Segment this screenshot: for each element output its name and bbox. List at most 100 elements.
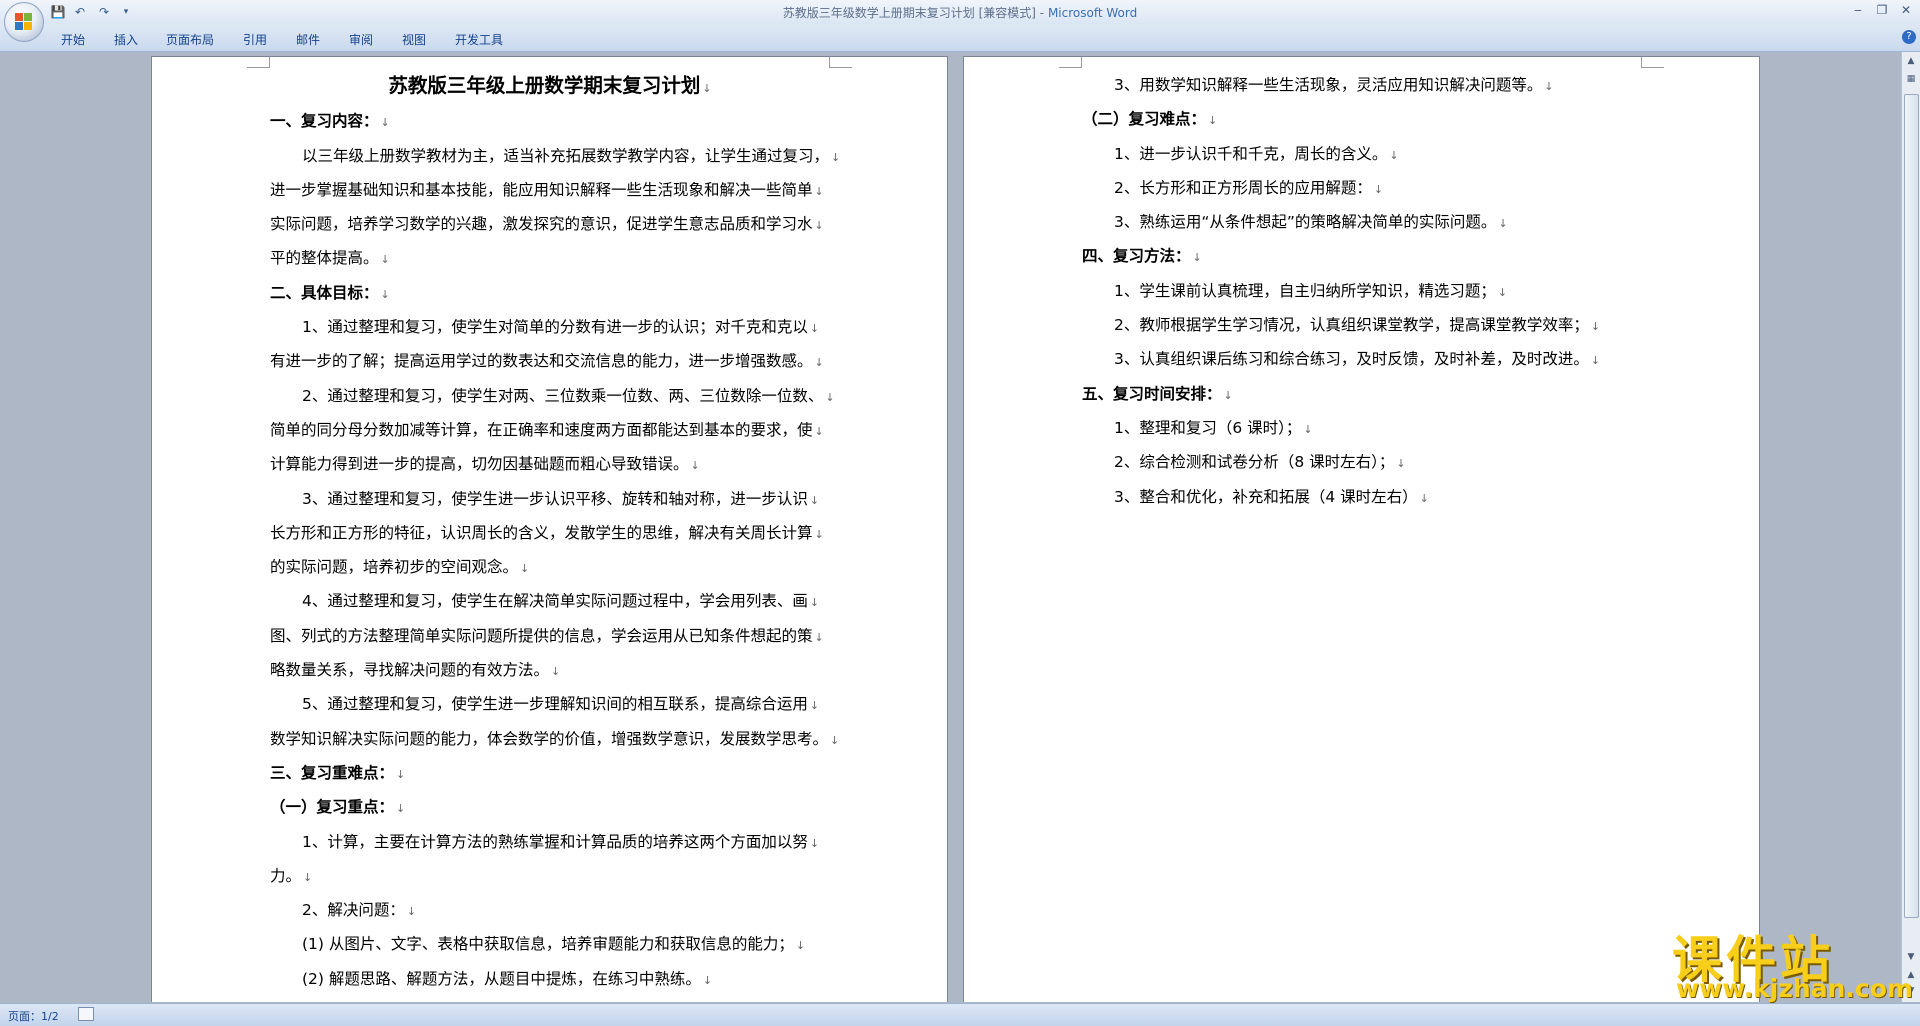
section-heading: 一、复习内容： ↓	[270, 105, 830, 139]
paragraph: 3、认真组织课后练习和综合练习，及时反馈，及时补差，及时改进。 ↓	[1082, 343, 1642, 377]
paragraph: 1、通过整理和复习，使学生对简单的分数有进一步的认识；对千克和克以 ↓	[270, 311, 830, 345]
margin-corner-mark	[1641, 57, 1664, 68]
help-icon[interactable]: ?	[1902, 30, 1916, 44]
vertical-scrollbar[interactable]: ▲ ▦ ▼ ▲ ▼	[1901, 52, 1920, 1002]
paragraph-mark-icon: ↓	[825, 390, 835, 404]
tab-mailings[interactable]: 邮件	[296, 31, 320, 48]
paragraph-mark-icon: ↓	[1419, 491, 1429, 505]
app-name: Microsoft Word	[1047, 6, 1138, 20]
paragraph-text: 进一步掌握基础知识和基本技能，能应用知识解释一些生活现象和解决一些简单	[270, 180, 813, 199]
section-heading: 四、复习方法： ↓	[1082, 240, 1642, 274]
paragraph-mark-icon: ↓	[814, 630, 824, 644]
section-heading: 五、复习时间安排： ↓	[1082, 378, 1642, 412]
page-count[interactable]: 页面：1/2	[8, 1008, 59, 1024]
paragraph-mark-icon: ↓	[814, 184, 824, 198]
paragraph: 力。 ↓	[270, 860, 830, 894]
paragraph: 2、长方形和正方形周长的应用解题： ↓	[1082, 172, 1642, 206]
paragraph-text: 1、学生课前认真梳理，自主归纳所学知识，精选习题；	[1114, 281, 1496, 300]
paragraph: 长方形和正方形的特征，认识周长的含义，发散学生的思维，解决有关周长计算 ↓	[270, 517, 830, 551]
paragraph-mark-icon: ↓	[1590, 320, 1601, 334]
scrollbar-thumb[interactable]	[1904, 94, 1919, 918]
paragraph-text: 1、计算，主要在计算方法的熟练掌握和计算品质的培养这两个方面加以努	[302, 832, 808, 851]
paragraph-mark-icon: ↓	[814, 527, 824, 541]
paragraph-mark-icon: ↓	[1389, 148, 1399, 162]
paragraph-text: 有进一步的了解；提高运用学过的数表达和交流信息的能力，进一步增强数感。	[270, 352, 813, 371]
paragraph-mark-icon: ↓	[1303, 422, 1313, 436]
office-button[interactable]	[4, 2, 44, 42]
tab-references[interactable]: 引用	[243, 31, 267, 48]
proofing-icon[interactable]	[78, 1007, 94, 1021]
paragraph-mark-icon: ↓	[809, 596, 820, 610]
page-2-text[interactable]: 3、用数学知识解释一些生活现象，灵活应用知识解决问题等。 ↓ （二）复习难点： ↓ 1、…	[1082, 69, 1642, 515]
paragraph-mark-icon: ↓	[551, 665, 561, 679]
paragraph-mark-icon: ↓	[830, 733, 840, 747]
scroll-up-icon[interactable]: ▲	[1904, 54, 1918, 68]
paragraph-mark-icon: ↓	[690, 459, 700, 473]
paragraph-mark-icon: ↓	[702, 82, 712, 95]
paragraph-text: 图、列式的方法整理简单实际问题所提供的信息，学会运用从已知条件想起的策	[270, 626, 813, 645]
paragraph: 计算能力得到进一步的提高，切勿因基础题而粗心导致错误。 ↓	[270, 448, 830, 482]
paragraph-mark-icon: ↓	[809, 322, 820, 336]
watermark-url: www.kjzhan.com	[1676, 974, 1913, 1003]
paragraph: 平的整体提高。 ↓	[270, 242, 830, 276]
paragraph: 数学知识解决实际问题的能力，体会数学的价值，增强数学意识，发展数学思考。 ↓	[270, 723, 839, 757]
tab-insert[interactable]: 插入	[114, 31, 138, 48]
paragraph-mark-icon: ↓	[831, 150, 841, 164]
document-page-1[interactable]: 苏教版三年级上册数学期末复习计划 ↓ 一、复习内容： ↓ 以三年级上册数学教材为主，适当…	[152, 57, 947, 1002]
paragraph: 1、进一步认识千和千克，周长的含义。 ↓	[1082, 138, 1642, 172]
status-bar: 页面：1/2	[0, 1003, 1920, 1026]
close-button[interactable]: ✕	[1894, 1, 1918, 19]
paragraph: (1) 从图片、文字、表格中获取信息，培养审题能力和获取信息的能力； ↓	[270, 928, 830, 962]
paragraph-text: 2、通过整理和复习，使学生对两、三位数乘一位数、两、三位数除一位数、	[302, 386, 824, 405]
paragraph: 图、列式的方法整理简单实际问题所提供的信息，学会运用从已知条件想起的策 ↓	[270, 620, 830, 654]
document-page-2[interactable]: 3、用数学知识解释一些生活现象，灵活应用知识解决问题等。 ↓ （二）复习难点： ↓ 1、…	[964, 57, 1759, 1002]
paragraph-text: 四、复习方法：	[1082, 247, 1191, 266]
margin-corner-mark	[1059, 57, 1082, 68]
paragraph: 2、综合检测和试卷分析（8 课时左右）； ↓	[1082, 446, 1642, 480]
paragraph-mark-icon: ↓	[702, 973, 713, 987]
paragraph: (2) 解题思路、解题方法，从题目中提炼，在练习中熟练。 ↓	[270, 963, 830, 997]
watermark-logo: 课件站 www.kjzhan.com	[1672, 920, 1913, 1003]
paragraph-text: 五、复习时间安排：	[1082, 384, 1222, 403]
page-1-text[interactable]: 苏教版三年级上册数学期末复习计划 ↓ 一、复习内容： ↓ 以三年级上册数学教材为主，适当…	[270, 69, 840, 997]
section-heading: （二）复习难点： ↓	[1082, 103, 1642, 137]
paragraph: 1、学生课前认真梳理，自主归纳所学知识，精选习题； ↓	[1082, 275, 1642, 309]
paragraph-text: 数学知识解决实际问题的能力，体会数学的价值，增强数学意识，发展数学思考。	[270, 729, 829, 748]
paragraph-text: 3、熟练运用“从条件想起”的策略解决简单的实际问题。	[1114, 213, 1497, 232]
window-title: 苏教版三年级数学上册期末复习计划 [兼容模式] - Microsoft Word	[0, 4, 1920, 21]
paragraph-mark-icon: ↓	[303, 870, 313, 884]
minimize-button[interactable]: ‒	[1846, 1, 1870, 19]
paragraph: 实际问题，培养学习数学的兴趣，激发探究的意识，促进学生意志品质和学习水 ↓	[270, 208, 830, 242]
paragraph-mark-icon: ↓	[380, 287, 390, 301]
paragraph-text: 力。	[270, 866, 302, 885]
paragraph-text: 计算能力得到进一步的提高，切勿因基础题而粗心导致错误。	[270, 455, 689, 474]
paragraph-text: 2、教师根据学生学习情况，认真组织课堂教学，提高课堂教学效率；	[1114, 316, 1589, 335]
paragraph-text: 一、复习内容：	[270, 112, 379, 131]
paragraph: 2、通过整理和复习，使学生对两、三位数乘一位数、两、三位数除一位数、 ↓	[270, 380, 835, 414]
document-workspace: 苏教版三年级上册数学期末复习计划 ↓ 一、复习内容： ↓ 以三年级上册数学教材为主，适当…	[0, 52, 1902, 1002]
restore-button[interactable]: ❐	[1870, 1, 1894, 19]
ruler-toggle-icon[interactable]: ▦	[1904, 72, 1918, 86]
paragraph: 进一步掌握基础知识和基本技能，能应用知识解释一些生活现象和解决一些简单 ↓	[270, 174, 830, 208]
paragraph-mark-icon: ↓	[396, 802, 406, 816]
paragraph-text: 的实际问题，培养初步的空间观念。	[270, 558, 519, 577]
tab-view[interactable]: 视图	[402, 31, 426, 48]
paragraph-text: 实际问题，培养学习数学的兴趣，激发探究的意识，促进学生意志品质和学习水	[270, 215, 813, 234]
paragraph: 3、熟练运用“从条件想起”的策略解决简单的实际问题。 ↓	[1082, 206, 1642, 240]
tab-home[interactable]: 开始	[61, 31, 85, 48]
tab-review[interactable]: 审阅	[349, 31, 373, 48]
paragraph: 1、计算，主要在计算方法的熟练掌握和计算品质的培养这两个方面加以努 ↓	[270, 826, 830, 860]
margin-corner-mark	[829, 57, 852, 68]
section-heading: 三、复习重难点： ↓	[270, 757, 830, 791]
tab-page-layout[interactable]: 页面布局	[166, 31, 214, 48]
paragraph-mark-icon: ↓	[1208, 114, 1218, 128]
paragraph-text: 3、认真组织课后练习和综合练习，及时反馈，及时补差，及时改进。	[1114, 350, 1589, 369]
paragraph-mark-icon: ↓	[406, 905, 417, 919]
document-title: 苏教版三年级数学上册期末复习计划 [兼容模式]	[782, 6, 1036, 20]
tab-developer[interactable]: 开发工具	[455, 31, 503, 48]
paragraph-mark-icon: ↓	[1497, 285, 1508, 299]
paragraph-mark-icon: ↓	[380, 253, 390, 267]
paragraph-text: 平的整体提高。	[270, 249, 379, 268]
office-logo-icon	[15, 13, 33, 31]
paragraph-mark-icon: ↓	[1590, 354, 1601, 368]
